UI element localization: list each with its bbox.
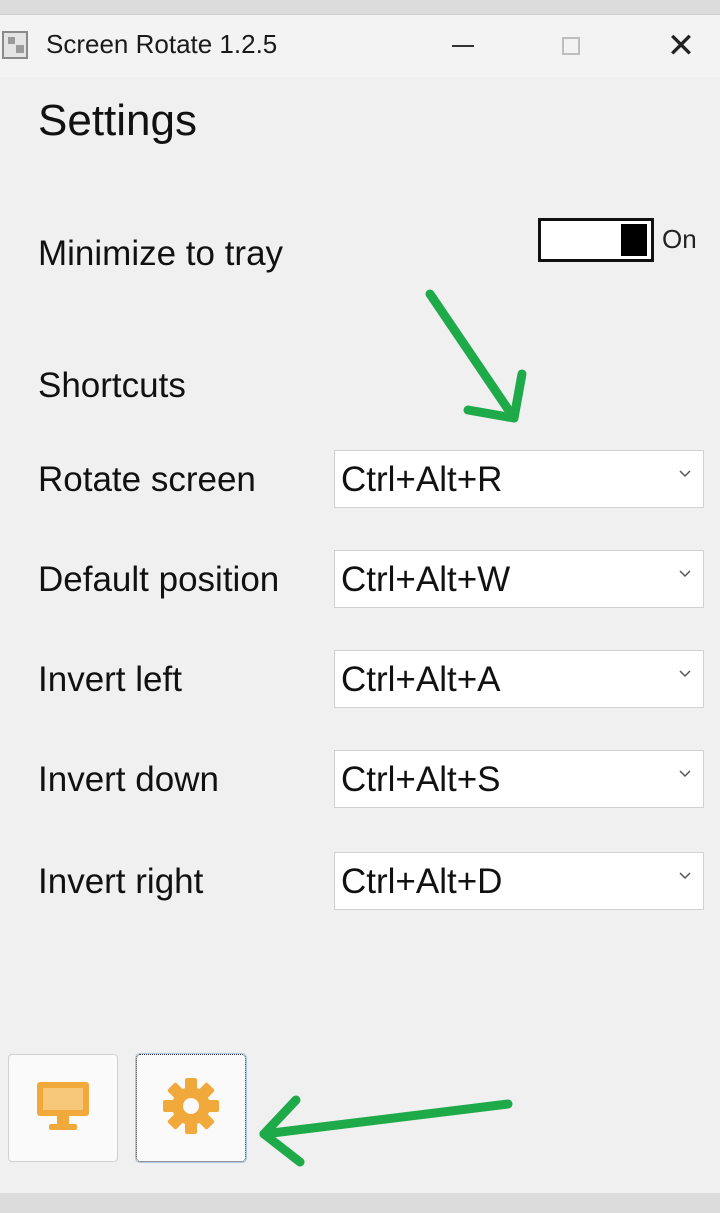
shortcut-value: Ctrl+Alt+W — [341, 560, 511, 599]
chevron-down-icon — [679, 869, 691, 881]
chevron-down-icon — [679, 567, 691, 579]
shortcut-label-invert-right: Invert right — [38, 862, 204, 901]
monitor-icon — [35, 1080, 91, 1137]
toggle-knob — [621, 224, 647, 256]
shortcut-value: Ctrl+Alt+R — [341, 460, 503, 499]
shortcut-value: Ctrl+Alt+A — [341, 660, 501, 699]
window-title: Screen Rotate 1.2.5 — [46, 29, 278, 59]
chevron-down-icon — [679, 667, 691, 679]
minimize-icon — [452, 45, 474, 47]
annotation-arrow-down — [425, 289, 527, 423]
close-icon: ✕ — [666, 27, 696, 65]
annotation-arrow-left — [259, 1095, 513, 1167]
shortcut-label-default-position: Default position — [38, 560, 280, 599]
shortcut-select-rotate-screen[interactable]: Ctrl+Alt+R — [334, 450, 704, 508]
title-bar[interactable]: Screen Rotate 1.2.5 ✕ — [0, 15, 720, 77]
shortcut-select-default-position[interactable]: Ctrl+Alt+W — [334, 550, 704, 608]
maximize-button[interactable] — [536, 15, 606, 77]
monitor-nav-button[interactable] — [8, 1054, 118, 1162]
app-icon — [2, 31, 28, 59]
chevron-down-icon — [679, 767, 691, 779]
maximize-icon — [562, 37, 580, 55]
shortcut-select-invert-down[interactable]: Ctrl+Alt+S — [334, 750, 704, 808]
gear-icon — [161, 1076, 221, 1141]
minimize-to-tray-label: Minimize to tray — [38, 234, 284, 273]
close-button[interactable]: ✕ — [646, 15, 716, 77]
toggle-state-label: On — [662, 224, 697, 254]
shortcut-label-invert-left: Invert left — [38, 660, 182, 699]
minimize-button[interactable] — [428, 15, 498, 77]
shortcut-select-invert-right[interactable]: Ctrl+Alt+D — [334, 852, 704, 910]
page-title: Settings — [38, 96, 197, 145]
shortcut-value: Ctrl+Alt+D — [341, 862, 503, 901]
settings-nav-button[interactable] — [135, 1053, 247, 1163]
chevron-down-icon — [679, 467, 691, 479]
shortcut-value: Ctrl+Alt+S — [341, 760, 501, 799]
shortcut-select-invert-left[interactable]: Ctrl+Alt+A — [334, 650, 704, 708]
shortcut-label-invert-down: Invert down — [38, 760, 219, 799]
minimize-to-tray-toggle[interactable] — [538, 218, 654, 262]
shortcuts-heading: Shortcuts — [38, 366, 186, 405]
shortcut-label-rotate-screen: Rotate screen — [38, 460, 256, 499]
